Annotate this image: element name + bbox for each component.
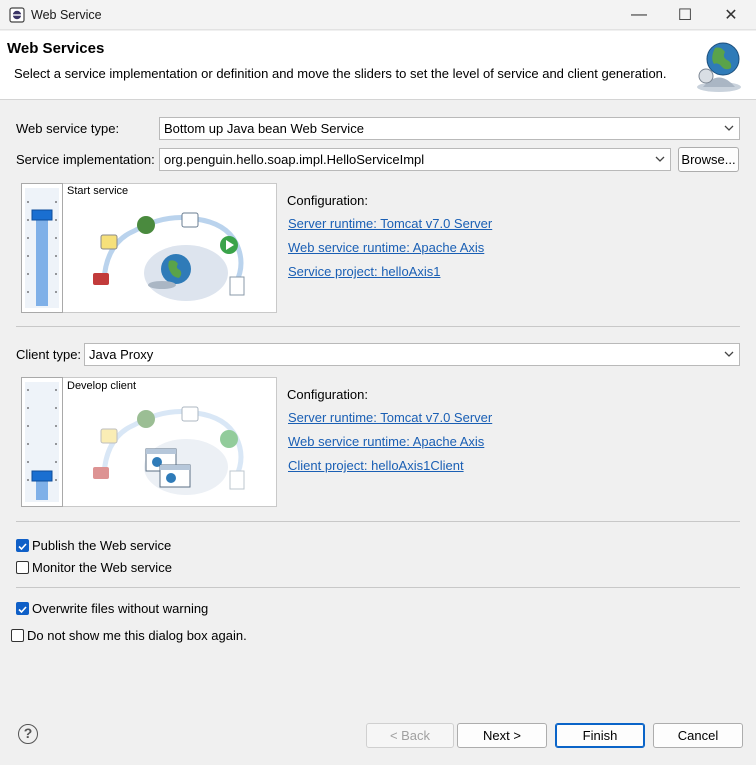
globe-wizard-icon xyxy=(693,38,745,94)
eclipse-app-icon xyxy=(9,7,25,23)
service-lifecycle-diagram xyxy=(86,203,276,311)
chevron-down-icon xyxy=(724,351,734,357)
publish-checkbox[interactable] xyxy=(16,539,29,552)
client-type-select[interactable]: Java Proxy xyxy=(84,343,740,366)
separator xyxy=(16,587,740,588)
service-ws-runtime-link[interactable]: Web service runtime: Apache Axis xyxy=(288,240,484,255)
maximize-button[interactable]: ☐ xyxy=(662,0,708,30)
window-title: Web Service xyxy=(31,8,102,22)
service-project-link[interactable]: Service project: helloAxis1 xyxy=(288,264,440,279)
overwrite-checkbox[interactable] xyxy=(16,602,29,615)
service-stage-label: Start service xyxy=(67,185,129,197)
checkmark-icon xyxy=(18,543,27,551)
client-lifecycle-diagram xyxy=(86,397,276,505)
service-server-runtime-link[interactable]: Server runtime: Tomcat v7.0 Server xyxy=(288,216,492,231)
client-project-link[interactable]: Client project: helloAxis1Client xyxy=(288,458,464,473)
back-button[interactable]: < Back xyxy=(366,723,454,748)
service-impl-label: Service implementation: xyxy=(16,152,155,167)
chevron-down-icon xyxy=(655,156,665,162)
close-button[interactable]: ✕ xyxy=(708,0,754,30)
dont-show-label[interactable]: Do not show me this dialog box again. xyxy=(27,628,247,643)
page-title: Web Services xyxy=(7,40,105,57)
client-server-runtime-link[interactable]: Server runtime: Tomcat v7.0 Server xyxy=(288,410,492,425)
service-type-value: Bottom up Java bean Web Service xyxy=(164,121,364,136)
checkmark-icon xyxy=(18,606,27,614)
publish-label[interactable]: Publish the Web service xyxy=(32,538,171,553)
finish-button[interactable]: Finish xyxy=(555,723,645,748)
browse-button[interactable]: Browse... xyxy=(678,147,739,172)
service-impl-value: org.penguin.hello.soap.impl.HelloService… xyxy=(164,152,425,167)
cancel-button[interactable]: Cancel xyxy=(653,723,743,748)
client-level-slider[interactable] xyxy=(21,377,63,507)
service-type-select[interactable]: Bottom up Java bean Web Service xyxy=(159,117,740,140)
service-type-label: Web service type: xyxy=(16,121,120,136)
service-impl-input[interactable]: org.penguin.hello.soap.impl.HelloService… xyxy=(159,148,671,171)
overwrite-label[interactable]: Overwrite files without warning xyxy=(32,601,208,616)
chevron-down-icon xyxy=(724,125,734,131)
client-stage-label: Develop client xyxy=(67,380,137,392)
separator xyxy=(16,521,740,522)
client-type-label: Client type: xyxy=(16,347,82,362)
dont-show-checkbox[interactable] xyxy=(11,629,24,642)
client-type-value: Java Proxy xyxy=(89,347,154,362)
service-level-slider[interactable] xyxy=(21,183,63,313)
monitor-label[interactable]: Monitor the Web service xyxy=(32,560,172,575)
help-icon[interactable]: ? xyxy=(18,724,38,744)
monitor-checkbox[interactable] xyxy=(16,561,29,574)
service-config-label: Configuration: xyxy=(287,193,368,208)
client-ws-runtime-link[interactable]: Web service runtime: Apache Axis xyxy=(288,434,484,449)
minimize-button[interactable]: — xyxy=(616,0,662,30)
page-description: Select a service implementation or defin… xyxy=(14,66,667,81)
client-config-label: Configuration: xyxy=(287,387,368,402)
separator xyxy=(16,326,740,327)
next-button[interactable]: Next > xyxy=(457,723,547,748)
